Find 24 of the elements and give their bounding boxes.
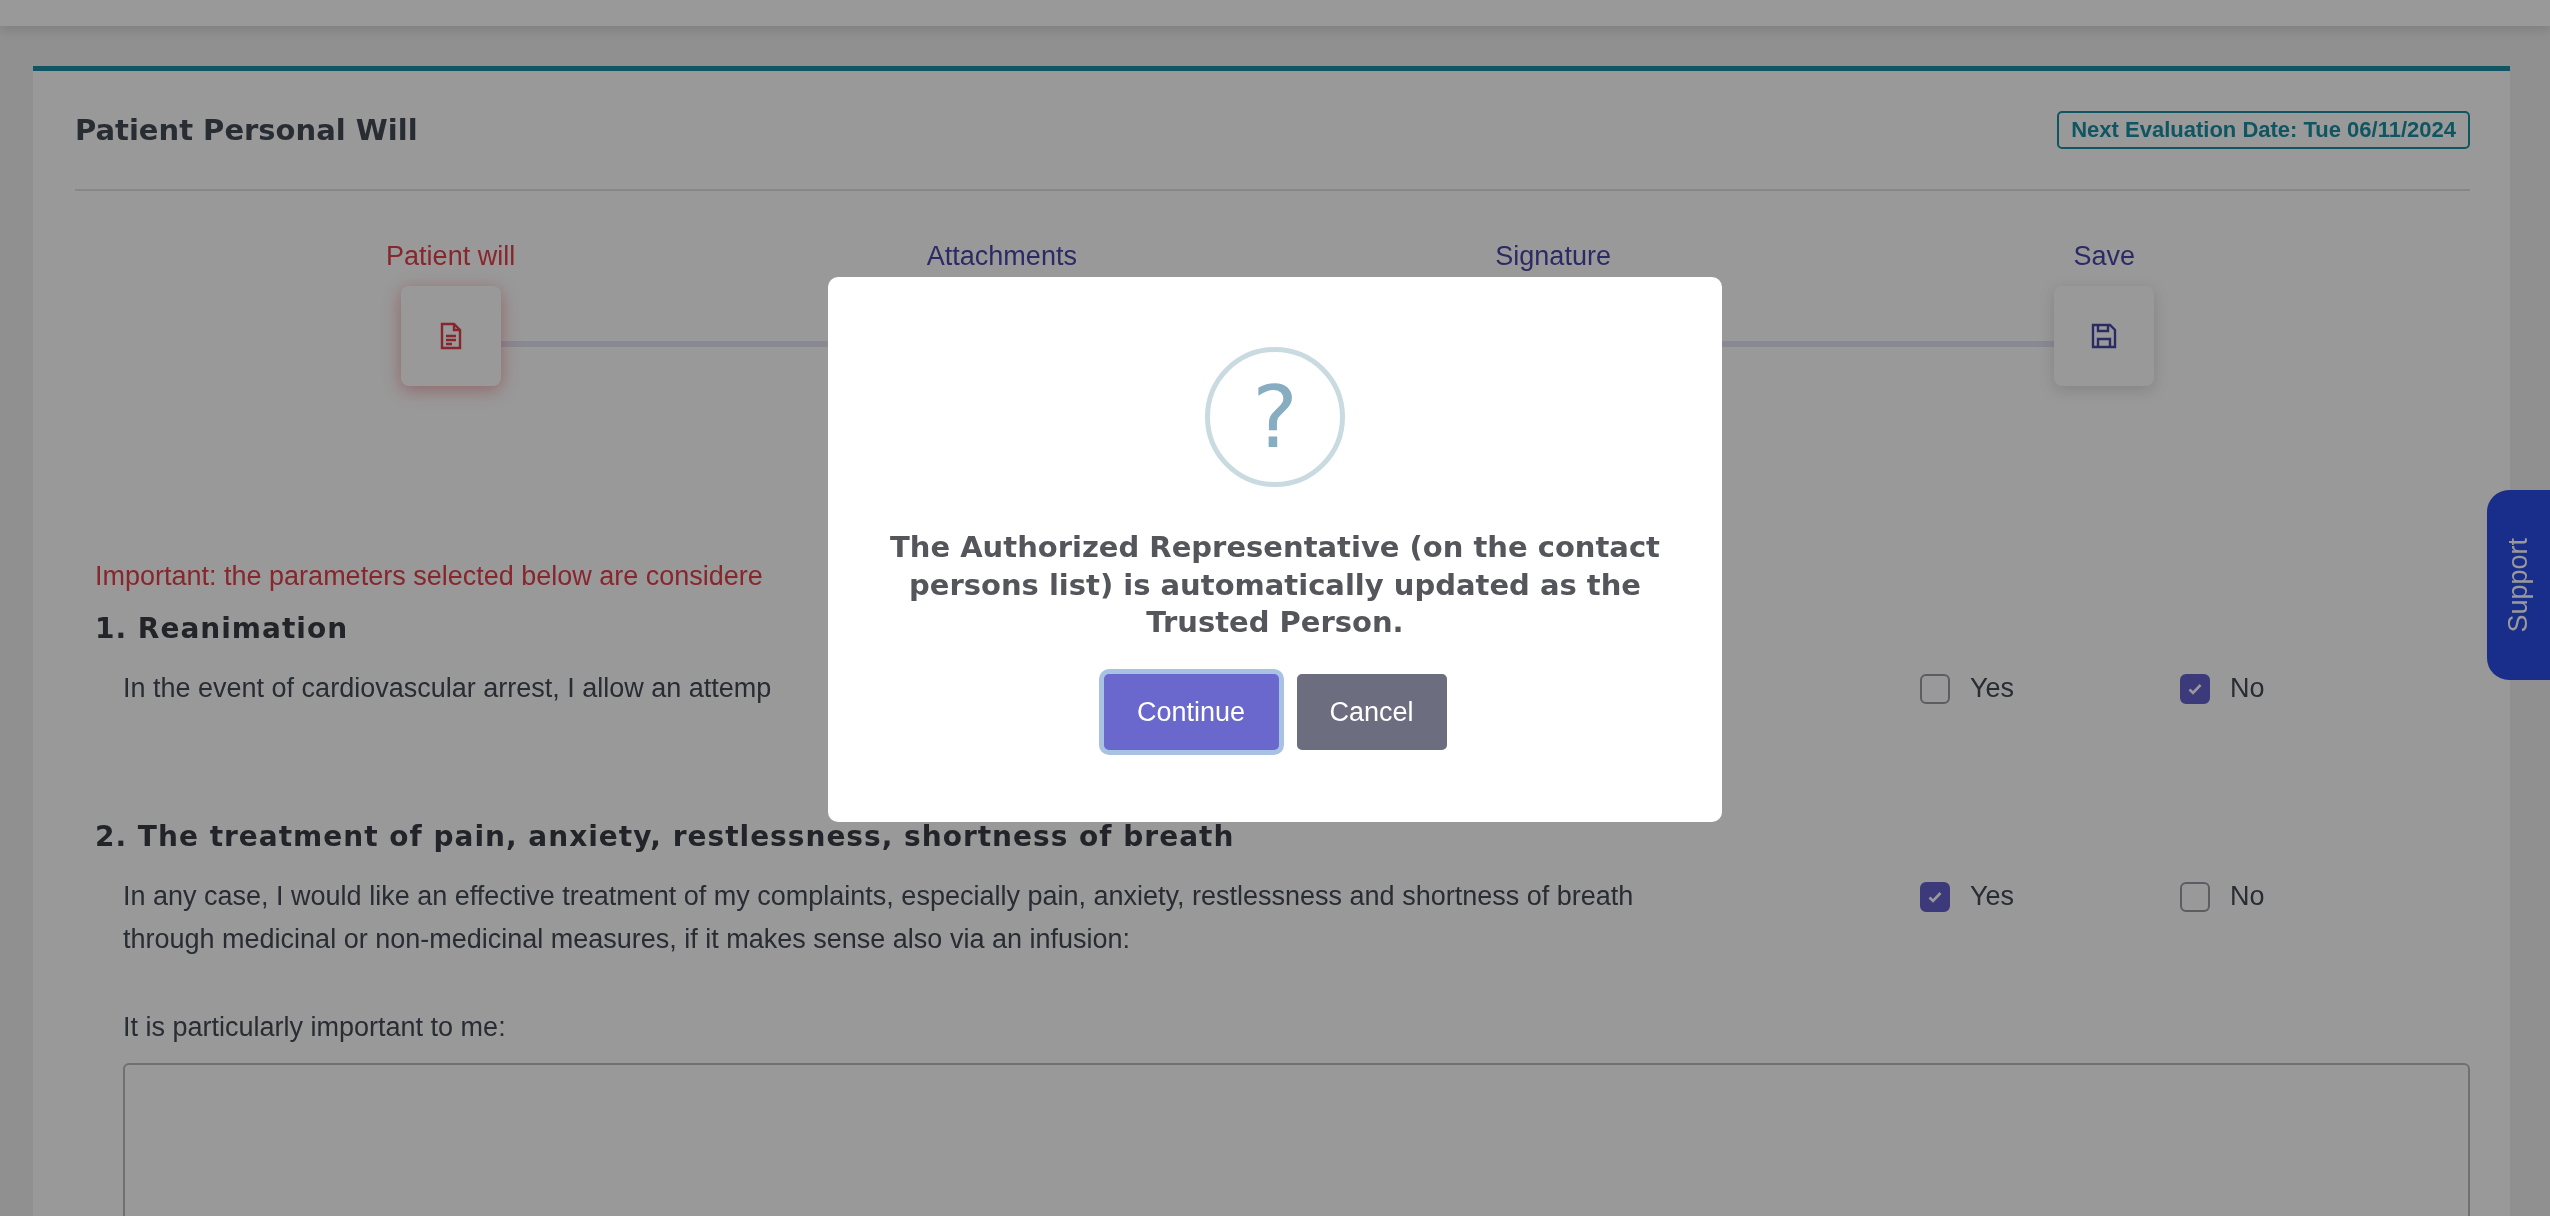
support-tab[interactable]: Support <box>2487 490 2550 680</box>
check-icon <box>2188 682 2202 695</box>
question-text: In any case, I would like an effective treatment of my complaints, especially pain, anxiety, restlessness and shortness of breath through medicinal or non-medicinal measures, if it makes sense also via an infusion: <box>123 880 1635 957</box>
question-text: In the event of cardiovascular arrest, I allow an attemp <box>123 672 772 705</box>
question-icon: ? <box>1205 347 1345 487</box>
document-icon[interactable] <box>400 286 501 386</box>
step-label[interactable]: Save <box>2073 241 2136 272</box>
save-icon[interactable] <box>2054 286 2155 386</box>
check-icon <box>1928 890 1942 903</box>
page-title: Patient Personal Will <box>75 113 418 147</box>
step-label[interactable]: Signature <box>1495 241 1611 272</box>
option-checkbox[interactable]: Yes <box>1920 875 2180 919</box>
field-label: It is particularly important to me: <box>123 1011 507 1043</box>
step-label[interactable]: Patient will <box>386 241 516 272</box>
question-heading: 2. The treatment of pain, anxiety, restlessness, shortness of breath <box>95 820 1235 854</box>
option-checkbox[interactable]: No <box>2180 875 2440 919</box>
option-checkbox[interactable]: No <box>2180 667 2440 710</box>
cancel-button[interactable]: Cancel <box>1296 674 1447 751</box>
evaluation-date-badge: Next Evaluation Date: Tue 06/11/2024 <box>2057 111 2470 149</box>
notice-text: Important: the parameters selected below are considere <box>95 561 763 592</box>
dialog-message: The Authorized Representative (on the contact persons list) is automatically updated as the Trusted Person. <box>889 529 1661 642</box>
option-checkbox[interactable]: Yes <box>1920 667 2180 710</box>
step-label[interactable]: Attachments <box>926 241 1077 272</box>
question-heading: 1. Reanimation <box>95 612 349 645</box>
